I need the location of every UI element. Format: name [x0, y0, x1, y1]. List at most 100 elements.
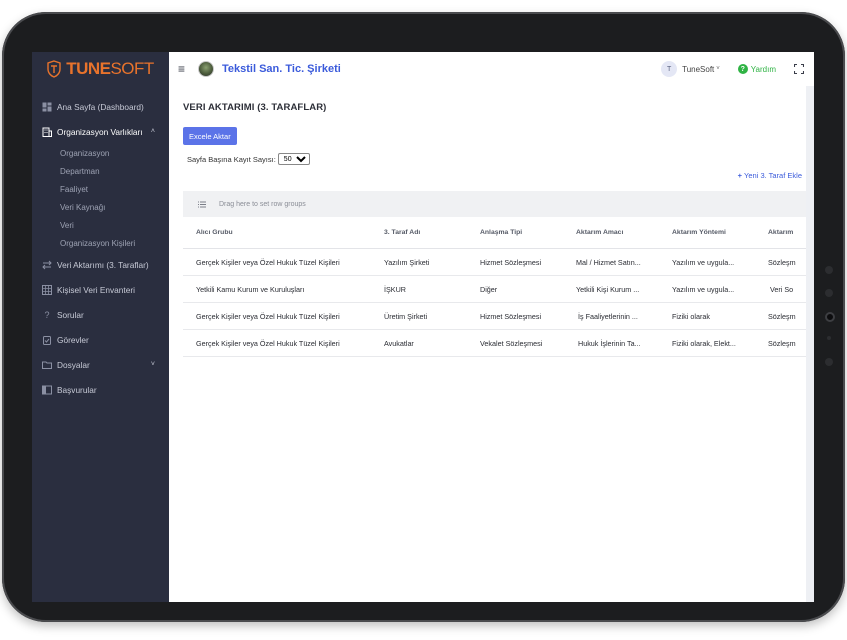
table-cell: Vekalet Sözleşmesi	[480, 338, 543, 348]
sidebar-item-personal-data-inventory[interactable]: Kişisel Veri Envanteri	[32, 277, 169, 302]
sidebar-item-label: Organizasyon Varlıkları	[57, 126, 143, 137]
third-party-table: Alıcı Grubu 3. Taraf Adı Anlaşma Tipi Ak…	[183, 217, 806, 357]
list-group-icon	[198, 201, 206, 207]
help-question-icon: ?	[737, 64, 748, 74]
building-icon	[42, 127, 52, 137]
table-cell: İŞKUR	[384, 284, 406, 294]
chevron-up-icon: ˄	[150, 128, 155, 135]
plus-icon: +	[737, 171, 743, 180]
table-cell: Yetkili Kamu Kurum ve Kuruluşları	[196, 284, 305, 294]
sidebar-subitem-data[interactable]: Veri	[32, 216, 169, 234]
add-third-party-label: Yeni 3. Taraf Ekle	[744, 171, 802, 180]
column-header[interactable]: Aktarım Amacı	[576, 229, 672, 236]
folder-icon	[42, 360, 52, 370]
brand-name: TUNESOFT	[66, 59, 154, 78]
chevron-down-icon[interactable]: ˅	[716, 66, 720, 72]
sidebar-subitem-organization-people[interactable]: Organizasyon Kişileri	[32, 234, 169, 252]
sidebar-subitem-activity[interactable]: Faaliyet	[32, 180, 169, 198]
table-row[interactable]: Yetkili Kamu Kurum ve Kuruluşları İŞKUR …	[183, 276, 806, 303]
sidebar-item-label: Başvurular	[57, 384, 97, 395]
table-cell: Sözleşm	[768, 311, 796, 321]
table-cell: Mal / Hizmet Satın...	[576, 257, 641, 267]
sidebar-item-files[interactable]: Dosyalar ˅	[32, 352, 169, 377]
sidebar-item-tasks[interactable]: Görevler	[32, 327, 169, 352]
sidebar-item-organization-assets[interactable]: Organizasyon Varlıkları ˄	[32, 119, 169, 144]
column-header[interactable]: Aktarım Yöntemi	[672, 229, 768, 236]
table-row[interactable]: Gerçek Kişiler veya Özel Hukuk Tüzel Kiş…	[183, 330, 806, 357]
topbar: ≡ Tekstil San. Tic. Şirketi T TuneSoft ˅…	[169, 52, 814, 86]
sidebar-nav: Ana Sayfa (Dashboard) Organizasyon Varlı…	[32, 94, 169, 402]
sidebar-item-label: Dosyalar	[57, 359, 90, 370]
page-size-select[interactable]: 50	[277, 153, 310, 165]
sidebar-item-dashboard[interactable]: Ana Sayfa (Dashboard)	[32, 94, 169, 119]
tablet-frame: TUNESOFT Ana Sayfa (Dashboard) Organizas…	[2, 12, 845, 622]
table-cell: Gerçek Kişiler veya Özel Hukuk Tüzel Kiş…	[196, 311, 340, 321]
table-cell: Yazılım ve uygula...	[672, 284, 735, 294]
company-avatar	[198, 61, 214, 77]
table-cell: Hukuk İşlerinin Ta...	[578, 338, 641, 348]
table-cell: Fiziki olarak, Elekt...	[672, 338, 736, 348]
table-cell: Sözleşm	[768, 338, 796, 348]
hamburger-menu-icon[interactable]: ≡	[178, 62, 190, 76]
table-cell: Veri So	[770, 284, 794, 294]
sidebar-item-label: Kişisel Veri Envanteri	[57, 284, 135, 295]
table-cell: Yazılım ve uygula...	[672, 257, 735, 267]
add-third-party-link[interactable]: + Yeni 3. Taraf Ekle	[738, 171, 802, 180]
question-icon: ?	[44, 309, 50, 320]
company-name[interactable]: Tekstil San. Tic. Şirketi	[222, 63, 341, 75]
tablet-side-dot	[825, 266, 833, 274]
help-label: Yardım	[750, 64, 776, 74]
export-excel-button[interactable]: Excele Aktar	[183, 127, 237, 145]
sidebar-item-label: Görevler	[57, 334, 89, 345]
app-screen: TUNESOFT Ana Sayfa (Dashboard) Organizas…	[32, 52, 814, 602]
sidebar-item-applications[interactable]: Başvurular	[32, 377, 169, 402]
sidebar-item-data-transfer[interactable]: Veri Aktarımı (3. Taraflar)	[32, 252, 169, 277]
column-header[interactable]: Aktarım	[768, 229, 806, 236]
tablet-side-dot	[825, 358, 833, 366]
sidebar-item-questions[interactable]: ? Sorular	[32, 302, 169, 327]
tablet-camera	[825, 312, 835, 322]
table-cell: Hizmet Sözleşmesi	[480, 257, 542, 267]
page-title: VERI AKTARIMI (3. TARAFLAR)	[183, 102, 327, 113]
sidebar-subitem-organization[interactable]: Organizasyon	[32, 144, 169, 162]
table-cell: Yetkili Kişi Kurum ...	[576, 284, 640, 294]
table-cell: İş Faaliyetlerinin ...	[578, 311, 638, 321]
brand-logo[interactable]: TUNESOFT	[32, 52, 169, 86]
table-cell: Hizmet Sözleşmesi	[480, 311, 542, 321]
shield-logo-icon	[47, 60, 61, 78]
table-header: Alıcı Grubu 3. Taraf Adı Anlaşma Tipi Ak…	[183, 217, 806, 249]
sidebar-subitem-data-source[interactable]: Veri Kaynağı	[32, 198, 169, 216]
clipboard-icon	[42, 335, 52, 345]
table-cell: Sözleşm	[768, 257, 796, 267]
table-cell: Gerçek Kişiler veya Özel Hukuk Tüzel Kiş…	[196, 257, 340, 267]
sidebar: TUNESOFT Ana Sayfa (Dashboard) Organizas…	[32, 52, 169, 602]
tablet-side-dot	[825, 289, 833, 297]
table-row[interactable]: Gerçek Kişiler veya Özel Hukuk Tüzel Kiş…	[183, 303, 806, 330]
table-cell: Fiziki olarak	[672, 311, 710, 321]
user-avatar[interactable]: T	[661, 61, 678, 77]
table-row[interactable]: Gerçek Kişiler veya Özel Hukuk Tüzel Kiş…	[183, 249, 806, 276]
tablet-side-dot	[827, 336, 831, 340]
table-cell: Gerçek Kişiler veya Özel Hukuk Tüzel Kiş…	[196, 338, 340, 348]
topbar-actions: T TuneSoft ˅ ? Yardım	[661, 61, 804, 77]
sidebar-subitem-department[interactable]: Departman	[32, 162, 169, 180]
column-header[interactable]: 3. Taraf Adı	[384, 229, 480, 236]
book-icon	[42, 385, 52, 395]
help-button[interactable]: ? Yardım	[737, 64, 776, 74]
user-menu[interactable]: TuneSoft	[682, 65, 714, 74]
grid-icon	[42, 284, 52, 295]
row-group-hint: Drag here to set row groups	[219, 200, 306, 208]
table-cell: Yazılım Şirketi	[384, 257, 430, 267]
fullscreen-icon[interactable]	[794, 64, 804, 74]
column-header[interactable]: Anlaşma Tipi	[480, 229, 576, 236]
dashboard-icon	[42, 102, 52, 112]
sidebar-item-label: Veri Aktarımı (3. Taraflar)	[57, 259, 149, 270]
sidebar-item-label: Ana Sayfa (Dashboard)	[57, 101, 144, 112]
table-cell: Üretim Şirketi	[384, 311, 428, 321]
table-cell: Diğer	[480, 284, 498, 294]
page-size-control: Sayfa Başına Kayıt Sayısı: 50	[187, 153, 310, 165]
column-header[interactable]: Alıcı Grubu	[183, 229, 384, 236]
main-content: VERI AKTARIMI (3. TARAFLAR) Excele Aktar…	[169, 86, 814, 602]
content-card: VERI AKTARIMI (3. TARAFLAR) Excele Aktar…	[169, 86, 806, 602]
row-group-panel[interactable]: Drag here to set row groups	[183, 191, 806, 217]
